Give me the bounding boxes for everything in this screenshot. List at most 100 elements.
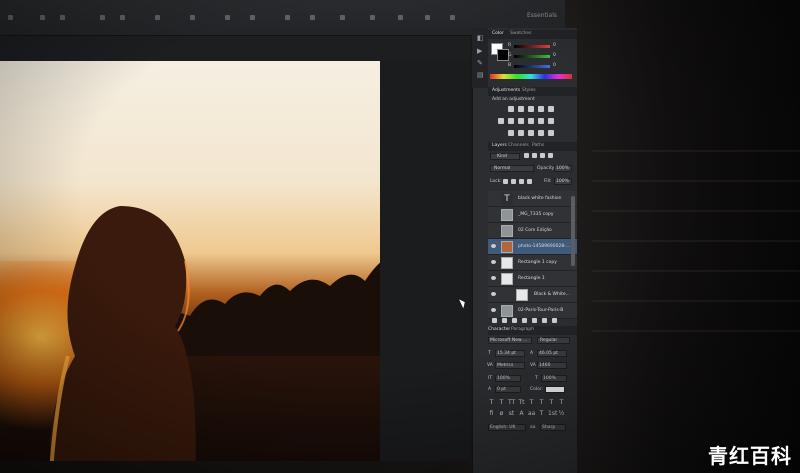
layer-filter-kind[interactable]: Kind	[490, 153, 520, 160]
channel-g-slider[interactable]	[514, 55, 550, 58]
leading-field[interactable]: 46.05 pt	[537, 350, 567, 357]
swash-button[interactable]: A	[518, 410, 525, 417]
lock-transparency-icon[interactable]	[503, 179, 508, 184]
document-canvas[interactable]	[0, 61, 380, 461]
color-balance-icon[interactable]	[508, 118, 514, 124]
underline-button[interactable]: T	[548, 399, 555, 406]
black-white-icon[interactable]	[518, 118, 524, 124]
option-icon[interactable]	[225, 15, 230, 20]
layer-row[interactable]: 02-Paris-Tour-Paris-B	[488, 303, 577, 319]
channel-r-slider[interactable]	[514, 45, 550, 48]
tab-character[interactable]: Character	[488, 327, 510, 332]
invert-icon[interactable]	[508, 130, 514, 136]
tab-paragraph[interactable]: Paragraph	[511, 327, 534, 332]
subscript-button[interactable]: T	[538, 399, 545, 406]
levels-icon[interactable]	[518, 106, 524, 112]
lock-pixels-icon[interactable]	[511, 179, 516, 184]
option-icon[interactable]	[370, 15, 375, 20]
channel-b-slider[interactable]	[514, 65, 550, 68]
discretionary-ligature-button[interactable]: st	[508, 410, 515, 417]
channel-r-value[interactable]: 0	[553, 43, 556, 48]
curves-icon[interactable]	[528, 106, 534, 112]
option-icon[interactable]	[120, 15, 125, 20]
posterize-icon[interactable]	[518, 130, 524, 136]
option-icon[interactable]	[100, 15, 105, 20]
layer-row[interactable]: Rectangle 1	[488, 271, 577, 287]
titling-button[interactable]: T	[538, 410, 545, 417]
lock-all-icon[interactable]	[527, 179, 532, 184]
option-icon[interactable]	[40, 15, 45, 20]
option-icon[interactable]	[155, 15, 160, 20]
text-color-swatch[interactable]	[545, 386, 565, 393]
superscript-button[interactable]: T	[528, 399, 535, 406]
tracking-field[interactable]: 1460	[537, 362, 567, 369]
selective-color-icon[interactable]	[548, 130, 554, 136]
opacity-field[interactable]: 100%	[554, 165, 572, 172]
channel-g-value[interactable]: 0	[553, 53, 556, 58]
new-adjustment-icon[interactable]	[522, 318, 527, 323]
fx-icon[interactable]	[502, 318, 507, 323]
visibility-eye-icon[interactable]	[491, 292, 496, 296]
gradient-map-icon[interactable]	[538, 130, 544, 136]
option-icon[interactable]	[398, 15, 403, 20]
tab-adjustments[interactable]: Adjustments	[492, 88, 520, 93]
vertical-scale-field[interactable]: 100%	[495, 375, 521, 382]
tab-swatches[interactable]: Swatches	[510, 31, 532, 36]
ordinals-button[interactable]: 1st	[548, 410, 557, 417]
layer-row[interactable]: 02 Com Edição	[488, 223, 577, 239]
link-layers-icon[interactable]	[492, 318, 497, 323]
filter-type-icon[interactable]	[540, 153, 545, 158]
stylistic-alternates-button[interactable]: aa	[528, 410, 535, 417]
tab-color[interactable]: Color	[492, 31, 504, 36]
font-size-field[interactable]: 15.34 pt	[495, 350, 525, 357]
tab-styles[interactable]: Styles	[522, 88, 536, 93]
channel-b-value[interactable]: 0	[553, 63, 556, 68]
faux-bold-button[interactable]: T	[488, 399, 495, 406]
layer-row-selected[interactable]: photo-14589690028-...	[488, 239, 577, 255]
workspace-switcher[interactable]: Essentials	[527, 12, 557, 19]
trash-icon[interactable]	[552, 318, 557, 323]
font-family-select[interactable]: Microsoft New ...	[488, 337, 532, 344]
strikethrough-button[interactable]: T	[558, 399, 565, 406]
visibility-eye-icon[interactable]	[491, 308, 496, 312]
small-caps-button[interactable]: Tt	[518, 399, 525, 406]
play-icon[interactable]: ▶	[477, 48, 484, 55]
new-layer-icon[interactable]	[542, 318, 547, 323]
layer-row[interactable]: T black white fashion	[488, 191, 577, 207]
layer-row[interactable]: Black & White...	[488, 287, 577, 303]
option-icon[interactable]	[190, 15, 195, 20]
canvas-area[interactable]	[0, 36, 470, 461]
horizontal-scale-field[interactable]: 100%	[541, 375, 567, 382]
option-icon[interactable]	[8, 15, 13, 20]
photo-filter-icon[interactable]	[528, 118, 534, 124]
color-lookup-icon[interactable]	[548, 118, 554, 124]
baseline-shift-field[interactable]: 0 pt	[495, 386, 521, 393]
channel-mixer-icon[interactable]	[538, 118, 544, 124]
all-caps-button[interactable]: TT	[508, 399, 515, 406]
filter-adjustment-icon[interactable]	[532, 153, 537, 158]
option-icon[interactable]	[285, 15, 290, 20]
filter-shape-icon[interactable]	[548, 153, 553, 158]
language-select[interactable]: English: UK	[488, 424, 526, 431]
visibility-eye-icon[interactable]	[491, 260, 496, 264]
layer-row[interactable]: _MG_7335 copy	[488, 207, 577, 223]
threshold-icon[interactable]	[528, 130, 534, 136]
visibility-eye-icon[interactable]	[491, 244, 496, 248]
fractions-button[interactable]: ½	[558, 410, 565, 417]
option-icon[interactable]	[425, 15, 430, 20]
faux-italic-button[interactable]: T	[498, 399, 505, 406]
ligature-button[interactable]: fi	[488, 410, 495, 417]
antialias-select[interactable]: Sharp	[540, 424, 566, 431]
lock-position-icon[interactable]	[519, 179, 524, 184]
tab-layers[interactable]: Layers	[492, 143, 507, 148]
layers-scrollbar[interactable]	[571, 196, 575, 266]
font-style-select[interactable]: Regular	[537, 337, 570, 344]
hue-saturation-icon[interactable]	[498, 118, 504, 124]
layer-row[interactable]: Rectangle 1 copy	[488, 255, 577, 271]
tab-paths[interactable]: Paths	[532, 143, 544, 148]
visibility-eye-icon[interactable]	[491, 276, 496, 280]
option-icon[interactable]	[250, 15, 255, 20]
add-mask-icon[interactable]	[512, 318, 517, 323]
fill-field[interactable]: 100%	[554, 178, 572, 185]
brightness-icon[interactable]	[508, 106, 514, 112]
